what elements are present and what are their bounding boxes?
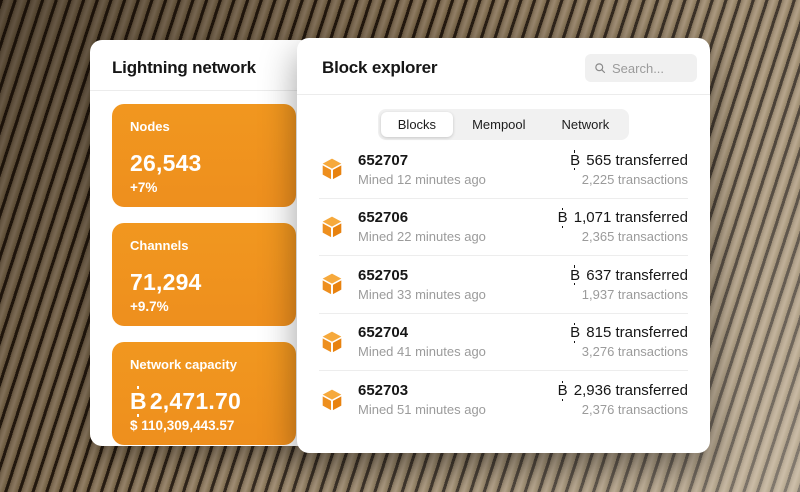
stat-card-nodes[interactable]: Nodes 26,543 +7% xyxy=(112,104,296,207)
stat-value: 26,543 xyxy=(130,150,202,176)
block-height: 652704 xyxy=(358,324,409,342)
block-transferred: B 565 transferred xyxy=(570,150,688,171)
stat-card-network-capacity[interactable]: Network capacity B 2,471.70 $ 110,309,443… xyxy=(112,342,296,445)
block-transferred: B 815 transferred xyxy=(570,322,688,343)
block-mined-time: Mined 51 minutes ago xyxy=(358,402,486,418)
block-cube-icon xyxy=(319,156,345,182)
search-icon xyxy=(594,62,606,74)
capacity-btc-value: 2,471.70 xyxy=(149,388,241,414)
capacity-usd-value: $ 110,309,443.57 xyxy=(130,418,235,433)
block-cube-icon xyxy=(319,329,345,355)
bitcoin-symbol: B xyxy=(130,385,147,418)
bitcoin-symbol: B xyxy=(570,150,581,171)
block-explorer-panel: Block explorer Blocks Mempool Network xyxy=(297,38,710,453)
stat-card-channels[interactable]: Channels 71,294 +9.7% xyxy=(112,223,296,326)
tab-network[interactable]: Network xyxy=(545,112,627,137)
block-row[interactable]: 652707 Mined 12 minutes ago B 565 transf… xyxy=(319,141,688,199)
bitcoin-symbol: B xyxy=(557,207,568,228)
lightning-panel-title: Lightning network xyxy=(112,58,256,77)
block-transferred: B 1,071 transferred xyxy=(557,207,688,228)
block-cube-icon xyxy=(319,387,345,413)
lightning-network-panel: Lightning network Nodes 26,543 +7% Chann… xyxy=(90,40,312,446)
block-height: 652705 xyxy=(358,266,409,284)
bitcoin-symbol: B xyxy=(557,380,568,401)
tab-mempool[interactable]: Mempool xyxy=(455,112,542,137)
block-mined-time: Mined 22 minutes ago xyxy=(358,229,486,245)
search-input[interactable] xyxy=(612,60,692,76)
block-row[interactable]: 652705 Mined 33 minutes ago B 637 transf… xyxy=(319,256,688,314)
block-transferred: B 637 transferred xyxy=(570,265,688,286)
block-transactions: 2,225 transactions xyxy=(581,171,688,187)
search-box[interactable] xyxy=(585,54,697,82)
block-cube-icon xyxy=(319,214,345,240)
block-row[interactable]: 652706 Mined 22 minutes ago B 1,071 tran… xyxy=(319,199,688,256)
stat-value: 71,294 xyxy=(130,269,202,295)
block-explorer-header: Block explorer xyxy=(297,38,710,94)
stat-value: B 2,471.70 xyxy=(130,385,278,418)
stat-label: Nodes xyxy=(130,119,170,134)
block-transactions: 3,276 transactions xyxy=(581,344,688,360)
block-transactions: 2,376 transactions xyxy=(581,402,688,418)
stat-change: +9.7% xyxy=(130,299,169,314)
bitcoin-symbol: B xyxy=(570,265,581,286)
block-explorer-title: Block explorer xyxy=(322,58,438,77)
block-cube-icon xyxy=(319,271,345,297)
block-mined-time: Mined 41 minutes ago xyxy=(358,344,486,360)
stat-label: Network capacity xyxy=(130,357,237,372)
block-height: 652703 xyxy=(358,382,409,400)
block-mined-time: Mined 33 minutes ago xyxy=(358,286,486,302)
tab-blocks[interactable]: Blocks xyxy=(380,112,454,137)
block-list: 652707 Mined 12 minutes ago B 565 transf… xyxy=(319,141,688,429)
lightning-panel-header: Lightning network xyxy=(90,40,312,90)
block-row[interactable]: 652704 Mined 41 minutes ago B 815 transf… xyxy=(319,314,688,371)
block-transactions: 1,937 transactions xyxy=(581,286,688,302)
block-row[interactable]: 652703 Mined 51 minutes ago B 2,936 tran… xyxy=(319,371,688,429)
block-transferred: B 2,936 transferred xyxy=(557,380,688,401)
stat-change: +7% xyxy=(130,180,158,195)
block-transactions: 2,365 transactions xyxy=(581,229,688,245)
wood-background: Lightning network Nodes 26,543 +7% Chann… xyxy=(0,0,800,492)
bitcoin-symbol: B xyxy=(570,322,581,343)
block-height: 652707 xyxy=(358,151,409,169)
block-mined-time: Mined 12 minutes ago xyxy=(358,171,486,187)
explorer-tabs: Blocks Mempool Network xyxy=(377,109,630,140)
divider xyxy=(297,94,710,95)
block-height: 652706 xyxy=(358,209,409,227)
stat-label: Channels xyxy=(130,238,189,253)
